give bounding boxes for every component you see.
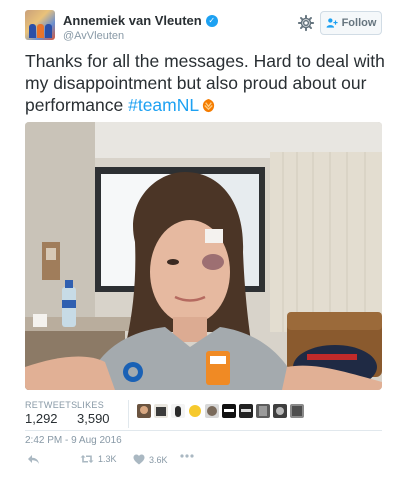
like-count: 3.6K (149, 454, 168, 465)
retweet-button[interactable]: 1.3K (80, 454, 117, 464)
more-dots-icon (180, 454, 194, 458)
liker-avatar[interactable] (188, 404, 202, 418)
liker-avatar[interactable] (154, 404, 168, 418)
liker-avatar[interactable] (222, 404, 236, 418)
timestamp[interactable]: 2:42 PM - 9 Aug 2016 (25, 435, 122, 446)
liker-avatar[interactable] (239, 404, 253, 418)
selfie-image (25, 122, 382, 390)
tweet-photo[interactable] (25, 122, 382, 390)
display-name[interactable]: Annemiek van Vleuten (63, 13, 202, 28)
stats-divider (128, 400, 129, 428)
reply-button[interactable] (27, 454, 44, 465)
stats-divider-line (25, 430, 382, 431)
tweet-card: Annemiek van Vleuten ✓ @AvVleuten Follow… (0, 0, 400, 478)
follow-label: Follow (341, 17, 377, 29)
tweet-actions: 1.3K 3.6K (25, 454, 325, 470)
user-name-row[interactable]: Annemiek van Vleuten ✓ (63, 13, 218, 28)
gear-icon[interactable] (297, 14, 315, 32)
likes-label: LIKES (77, 400, 105, 410)
liker-avatar[interactable] (290, 404, 304, 418)
avatar[interactable] (25, 10, 55, 40)
user-handle[interactable]: @AvVleuten (63, 30, 124, 42)
add-user-icon (326, 18, 338, 28)
more-button[interactable] (180, 454, 198, 458)
retweet-count: 1.3K (98, 454, 117, 464)
hashtag-link[interactable]: #teamNL (128, 95, 199, 115)
orange-lion-emoji-icon (203, 98, 215, 113)
retweet-icon (80, 455, 94, 463)
liker-avatar[interactable] (256, 404, 270, 418)
follow-button[interactable]: Follow (320, 11, 382, 35)
like-button[interactable]: 3.6K (133, 454, 168, 465)
liker-avatar[interactable] (171, 404, 185, 418)
retweets-count[interactable]: 1,292 (25, 411, 58, 426)
tweet-text: Thanks for all the messages. Hard to dea… (25, 50, 385, 116)
retweets-label: RETWEETS (25, 400, 78, 410)
liker-avatar[interactable] (205, 404, 219, 418)
liker-avatar[interactable] (273, 404, 287, 418)
heart-icon (133, 454, 145, 465)
liker-avatars (137, 404, 307, 418)
likes-count[interactable]: 3,590 (77, 411, 110, 426)
reply-icon (28, 455, 39, 464)
photo-divider (25, 391, 382, 392)
liker-avatar[interactable] (137, 404, 151, 418)
verified-badge-icon: ✓ (205, 14, 218, 27)
